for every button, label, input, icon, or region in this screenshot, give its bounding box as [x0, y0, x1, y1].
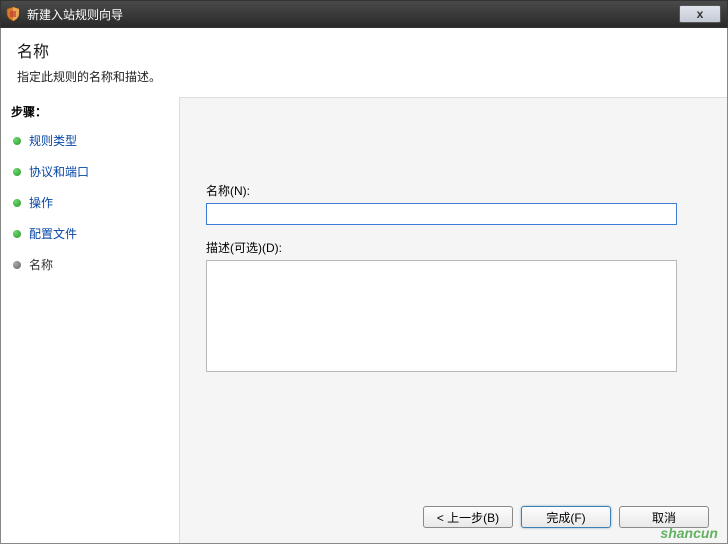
cancel-button[interactable]: 取消	[619, 506, 709, 528]
step-protocol-port[interactable]: 协议和端口	[11, 159, 169, 184]
finish-button[interactable]: 完成(F)	[521, 506, 611, 528]
content-row: 步骤： 规则类型 协议和端口 操作 配置文件 名称	[1, 97, 727, 499]
wizard-header: 名称 指定此规则的名称和描述。	[1, 28, 727, 97]
close-icon: x	[697, 7, 704, 21]
step-action[interactable]: 操作	[11, 190, 169, 215]
name-field-label: 名称(N):	[206, 182, 701, 199]
bullet-icon	[13, 199, 21, 207]
titlebar: 新建入站规则向导 x	[0, 0, 728, 28]
firewall-shield-icon	[5, 6, 21, 22]
step-rule-type[interactable]: 规则类型	[11, 128, 169, 153]
window-title: 新建入站规则向导	[27, 6, 679, 23]
step-label: 规则类型	[29, 132, 77, 149]
page-title: 名称	[17, 38, 711, 62]
description-field-label: 描述(可选)(D):	[206, 239, 701, 256]
back-button[interactable]: < 上一步(B)	[423, 506, 513, 528]
step-label: 操作	[29, 194, 53, 211]
step-profile[interactable]: 配置文件	[11, 221, 169, 246]
bullet-icon	[13, 230, 21, 238]
step-label: 协议和端口	[29, 163, 89, 180]
bullet-icon	[13, 168, 21, 176]
step-name[interactable]: 名称	[11, 252, 169, 277]
main-panel: 名称(N): 描述(可选)(D):	[179, 97, 727, 499]
step-label: 配置文件	[29, 225, 77, 242]
window-body: 名称 指定此规则的名称和描述。 步骤： 规则类型 协议和端口 操作 配置文件	[0, 28, 728, 544]
step-label: 名称	[29, 256, 53, 273]
description-textarea[interactable]	[206, 260, 677, 372]
bullet-icon	[13, 261, 21, 269]
page-subtitle: 指定此规则的名称和描述。	[17, 68, 711, 85]
steps-sidebar: 步骤： 规则类型 协议和端口 操作 配置文件 名称	[1, 97, 179, 499]
name-input[interactable]	[206, 203, 677, 225]
steps-heading: 步骤：	[11, 103, 169, 120]
bullet-icon	[13, 137, 21, 145]
wizard-button-row: < 上一步(B) 完成(F) 取消	[179, 499, 727, 543]
close-button[interactable]: x	[679, 5, 721, 23]
